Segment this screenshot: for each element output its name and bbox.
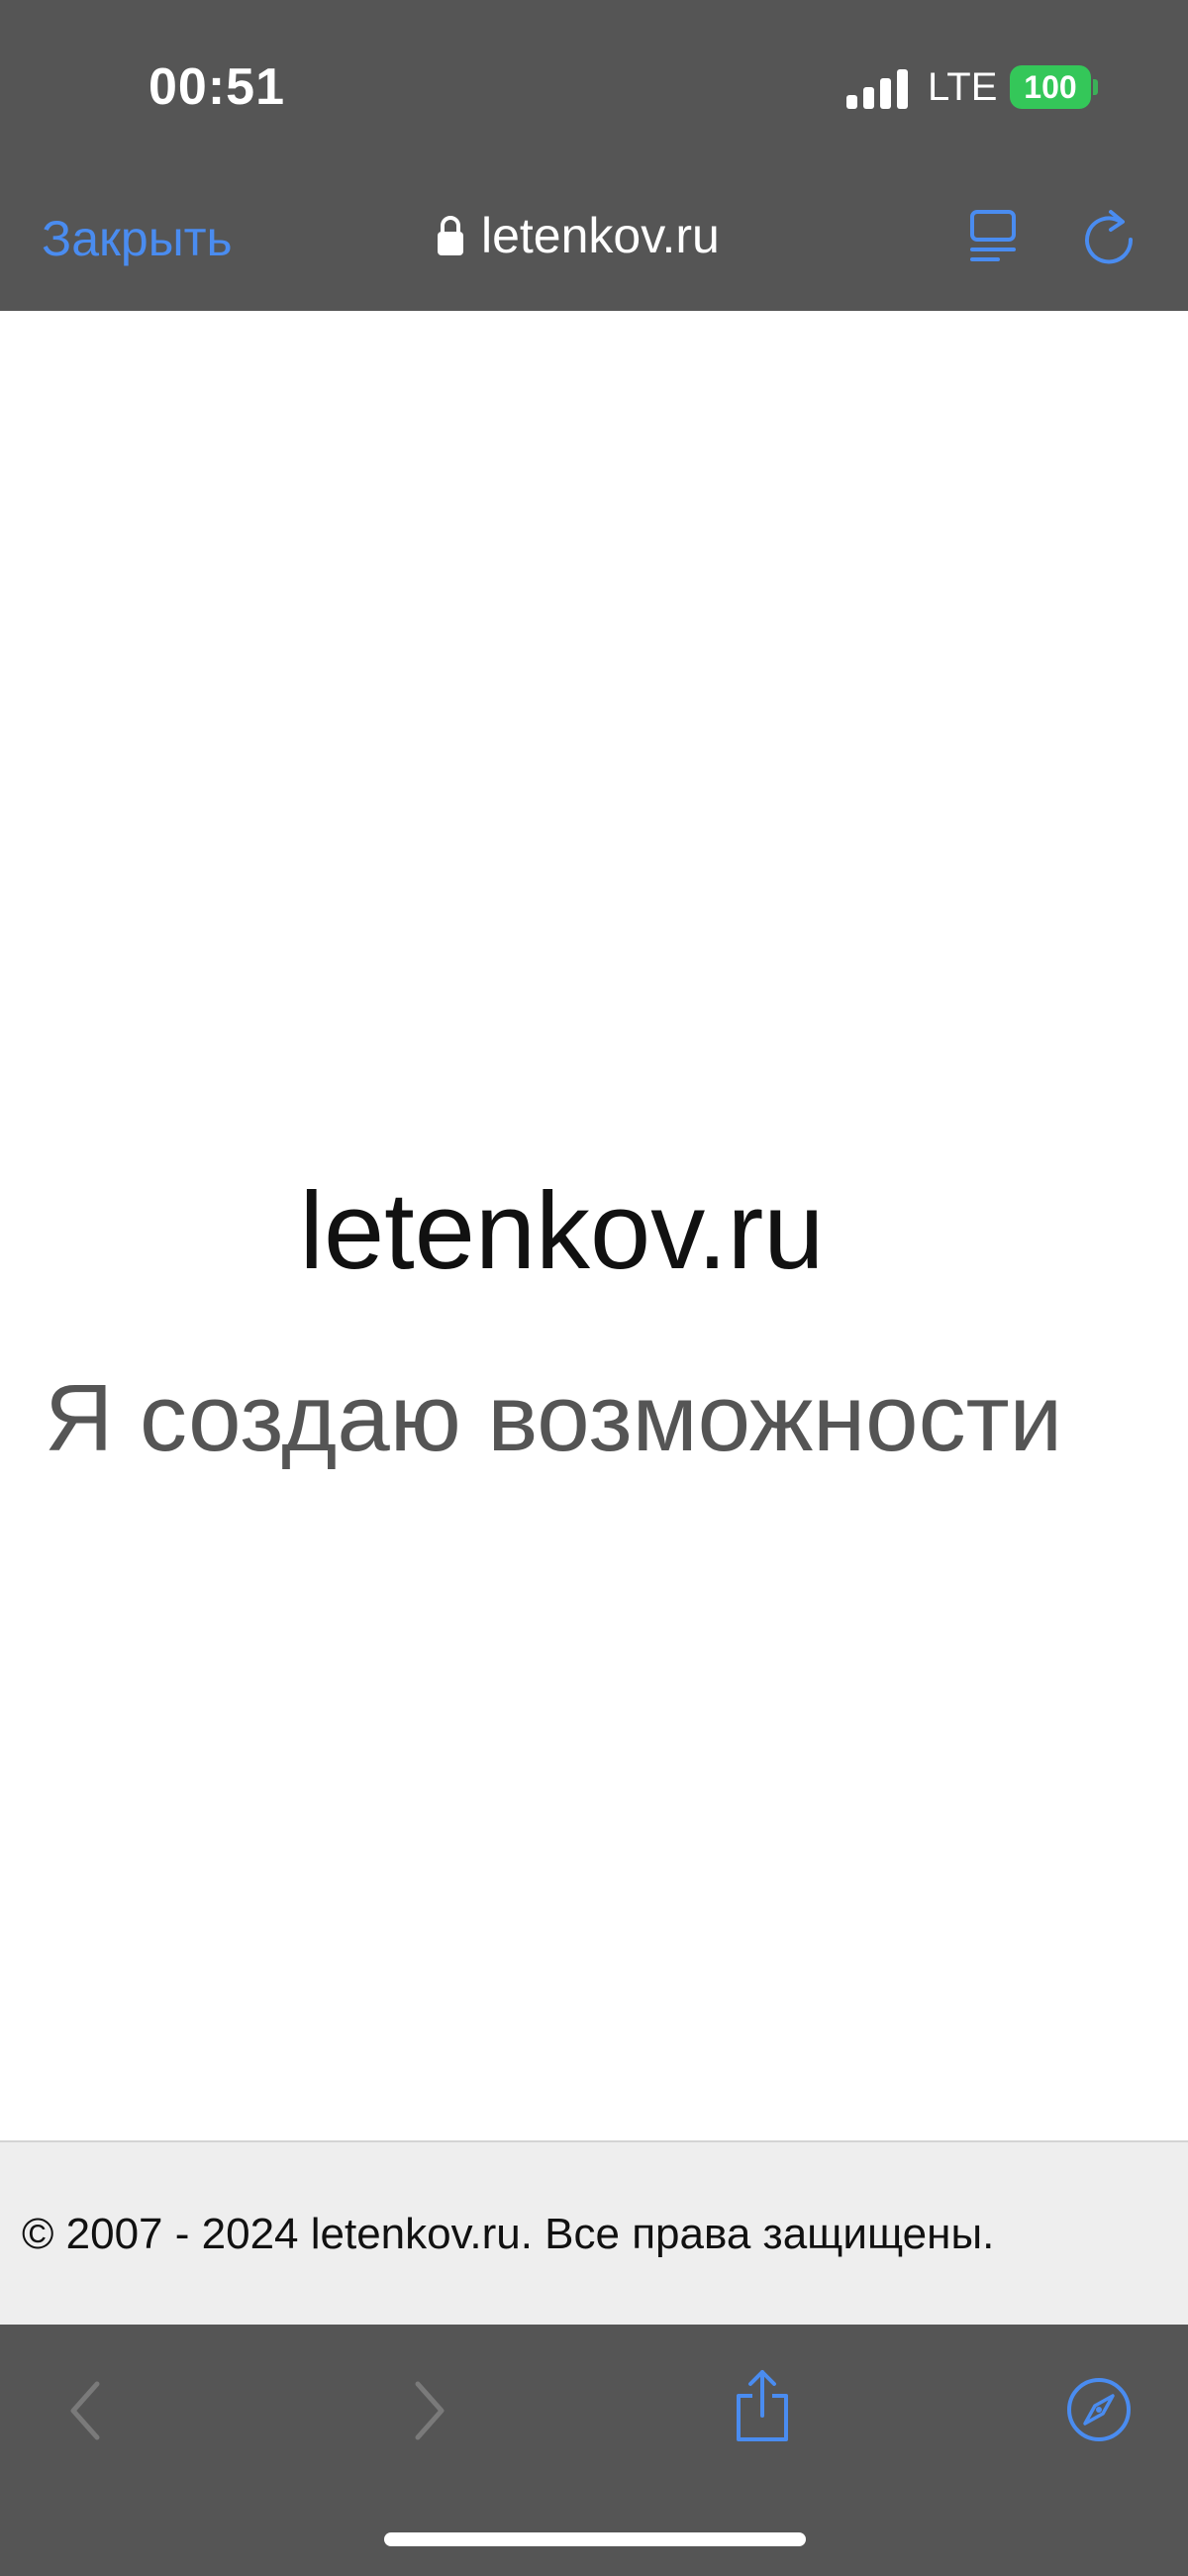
battery-indicator: 100 (1010, 65, 1091, 109)
page-footer: © 2007 - 2024 letenkov.ru. Все права защ… (0, 2140, 1188, 2325)
browser-screen: 00:51 LTE 100 Закрыть letenkov.ru letenk… (0, 0, 1188, 2576)
site-tagline: Я создаю возможности (45, 1365, 1063, 1471)
reader-mode-icon[interactable] (968, 208, 1018, 263)
chevron-left-icon[interactable] (61, 2376, 111, 2445)
chevron-right-icon[interactable] (404, 2376, 453, 2445)
top-chrome: 00:51 LTE 100 Закрыть letenkov.ru (0, 0, 1188, 311)
compass-icon[interactable] (1065, 2376, 1133, 2443)
url-display[interactable]: letenkov.ru (436, 206, 720, 265)
status-time: 00:51 (148, 58, 285, 116)
cellular-signal-icon (846, 69, 908, 109)
close-button[interactable]: Закрыть (42, 210, 233, 267)
battery-tip (1093, 79, 1098, 95)
copyright-text: © 2007 - 2024 letenkov.ru. Все права защ… (22, 2210, 995, 2258)
home-indicator[interactable] (384, 2532, 806, 2546)
site-title: letenkov.ru (299, 1170, 825, 1292)
lock-icon (438, 216, 463, 255)
url-text: letenkov.ru (481, 208, 720, 263)
reload-icon[interactable] (1081, 206, 1137, 265)
share-icon[interactable] (731, 2366, 794, 2445)
network-type: LTE (928, 65, 998, 109)
